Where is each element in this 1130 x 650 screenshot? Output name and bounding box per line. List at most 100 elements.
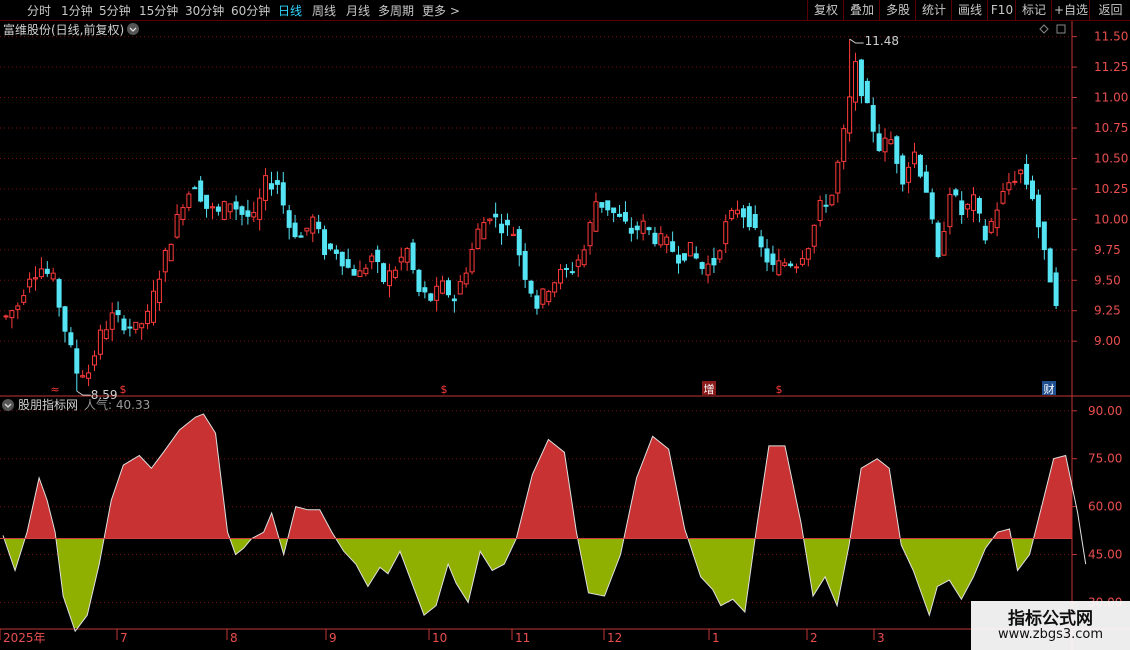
candle-body: [286, 210, 292, 228]
candle-body: [876, 133, 882, 151]
candle-body: [422, 287, 428, 293]
price-tick-label: 11.50: [1094, 30, 1128, 44]
candle-body: [864, 80, 870, 104]
candle-body: [764, 248, 770, 263]
event-marker: 财: [1044, 382, 1055, 396]
candle-body: [398, 256, 404, 263]
diamond-icon: [1039, 24, 1049, 34]
event-marker: $: [776, 383, 783, 396]
candle-body: [758, 236, 764, 248]
candle-body: [658, 233, 664, 246]
candle-body: [168, 243, 174, 262]
candle-body: [829, 194, 835, 206]
candle-body: [487, 218, 493, 222]
candle-body: [1018, 169, 1024, 175]
candle-body: [522, 250, 528, 280]
candle-body: [746, 206, 752, 228]
candle-body: [274, 180, 280, 185]
candle-body: [735, 209, 741, 215]
candle-body: [268, 183, 274, 190]
candle-body: [569, 271, 575, 274]
candle-body: [788, 263, 794, 267]
candle-body: [605, 200, 611, 211]
candle-body: [894, 136, 900, 164]
candle-body: [339, 251, 345, 267]
candle-body: [481, 222, 487, 240]
candle-body: [711, 257, 717, 266]
candle-body: [717, 250, 723, 260]
candle-body: [988, 220, 994, 233]
candle-body: [245, 210, 251, 217]
candle-body: [298, 235, 304, 238]
candle-body: [86, 372, 92, 379]
indicator-title: 股朋指标网: [18, 397, 78, 412]
candle-body: [628, 227, 634, 234]
candle-body: [475, 228, 481, 250]
candle-body: [599, 202, 605, 208]
candle-body: [558, 269, 564, 284]
candle-body: [817, 200, 823, 221]
candle-body: [21, 295, 27, 303]
candle-body: [676, 254, 682, 264]
price-tick-label: 11.00: [1094, 91, 1128, 105]
candle-body: [174, 214, 180, 238]
candle-body: [381, 263, 387, 283]
candle-body: [233, 201, 239, 210]
candle-body: [982, 225, 988, 241]
candle-body: [947, 194, 953, 228]
candle-body: [434, 285, 440, 301]
candle-body: [327, 243, 333, 250]
price-tick-label: 10.50: [1094, 151, 1128, 165]
candle-body: [646, 227, 652, 231]
high-label: 11.48: [865, 34, 899, 48]
candle-body: [445, 280, 451, 296]
low-pointer: [76, 390, 91, 396]
candle-body: [534, 295, 540, 309]
candle-body: [280, 182, 286, 206]
candle-body: [959, 200, 965, 216]
candle-body: [221, 201, 227, 220]
candle-body: [263, 175, 269, 201]
candle-body: [782, 262, 788, 266]
event-marker: ≈: [50, 383, 59, 396]
candle-body: [499, 223, 505, 234]
candle-body: [463, 272, 469, 285]
date-label: 8: [230, 631, 238, 645]
candle-body: [204, 194, 210, 209]
candle-body: [410, 242, 416, 271]
candle-body: [870, 105, 876, 132]
candle-body: [516, 229, 522, 256]
candle-body: [917, 154, 923, 177]
candle-body: [552, 282, 558, 293]
candle-body: [587, 222, 593, 247]
candle-body: [68, 332, 74, 346]
candle-body: [357, 270, 363, 278]
candle-body: [109, 312, 115, 330]
candle-body: [198, 180, 204, 202]
candle-body: [428, 293, 434, 301]
candle-body: [322, 229, 328, 256]
candle-body: [457, 281, 463, 295]
candle-body: [1041, 221, 1047, 251]
candle-body: [9, 310, 15, 319]
date-label: 10: [432, 631, 447, 645]
candle-body: [345, 259, 351, 268]
candle-body: [634, 225, 640, 231]
candle-body: [162, 249, 168, 273]
candle-body: [62, 306, 68, 332]
candle-body: [835, 161, 841, 194]
candle-body: [941, 231, 947, 256]
candle-body: [115, 310, 121, 316]
chart-canvas: 9.00 9.25 9.50 9.75 10.00 10.25 10.50 10.75 11.0…: [0, 21, 1130, 650]
candle-body: [1000, 191, 1006, 204]
candle-body: [611, 207, 617, 214]
candle-body: [581, 249, 587, 266]
event-marker: 增: [704, 382, 715, 396]
candle-body: [575, 259, 581, 267]
candle-body: [363, 267, 369, 275]
candle-body: [923, 171, 929, 193]
candle-body: [139, 323, 145, 329]
price-tick-label: 9.00: [1094, 334, 1121, 348]
candle-body: [127, 326, 133, 329]
candle-body: [693, 253, 699, 259]
